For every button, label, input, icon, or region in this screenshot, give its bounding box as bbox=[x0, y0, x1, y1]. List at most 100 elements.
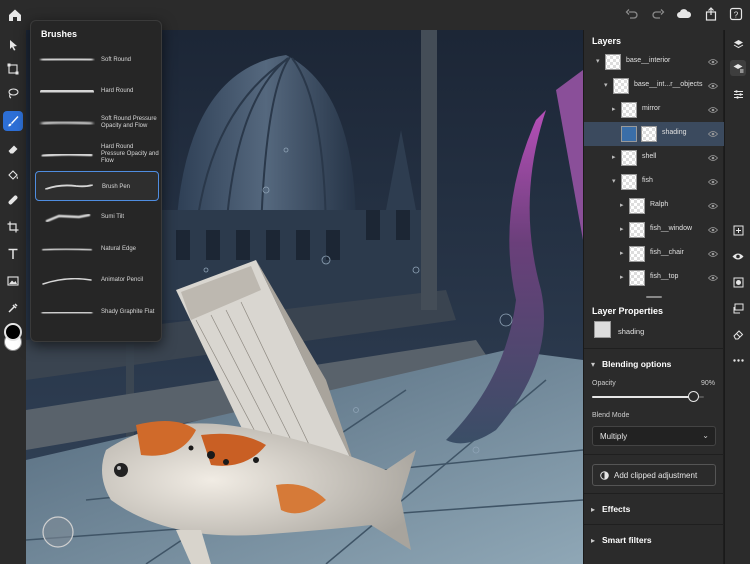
layer-name: fish__window bbox=[650, 225, 693, 232]
layer-properties-thumb bbox=[594, 321, 611, 338]
foreground-color-swatch[interactable] bbox=[4, 323, 22, 341]
mask-icon[interactable] bbox=[730, 274, 746, 290]
eye-icon[interactable] bbox=[708, 274, 718, 282]
eraser-tool-icon[interactable] bbox=[3, 139, 23, 159]
layer-name: mirror bbox=[642, 105, 661, 112]
eye-icon[interactable] bbox=[708, 130, 718, 138]
healing-tool-icon[interactable] bbox=[3, 190, 23, 210]
chevron-right-icon[interactable]: ▸ bbox=[620, 201, 624, 209]
select-tool-icon[interactable] bbox=[3, 35, 23, 55]
opacity-slider-thumb[interactable] bbox=[687, 391, 699, 402]
more-options-icon[interactable] bbox=[730, 352, 746, 368]
add-layer-icon[interactable] bbox=[730, 222, 746, 238]
tool-bar bbox=[0, 30, 26, 564]
brush-item[interactable]: Hard Round Pressure Opacity and Flow bbox=[35, 140, 159, 170]
brush-item[interactable]: Sumi Tilt bbox=[35, 203, 159, 233]
layer-thumb bbox=[629, 246, 645, 262]
brush-item[interactable]: Soft Round bbox=[35, 45, 159, 75]
brush-item[interactable]: Soft Round Pressure Opacity and Flow bbox=[35, 108, 159, 138]
effects-header[interactable]: ▸ Effects bbox=[584, 493, 724, 523]
layer-row[interactable]: ▸ mirror bbox=[584, 98, 724, 122]
undo-icon[interactable] bbox=[625, 7, 639, 21]
panel-resize-handle[interactable] bbox=[646, 296, 662, 298]
layer-name: shell bbox=[642, 153, 657, 160]
brush-label: Shady Graphite Flat bbox=[101, 308, 155, 315]
place-image-icon[interactable] bbox=[3, 271, 23, 291]
layer-row[interactable]: ▸ fish__chair bbox=[584, 242, 724, 266]
adjustments-icon[interactable] bbox=[730, 86, 746, 102]
chevron-right-icon[interactable]: ▸ bbox=[612, 105, 616, 113]
eye-icon[interactable] bbox=[708, 82, 718, 90]
layers-panel-icon[interactable] bbox=[730, 36, 746, 52]
opacity-value: 90% bbox=[700, 380, 715, 387]
eye-icon[interactable] bbox=[708, 202, 718, 210]
eye-icon[interactable] bbox=[708, 226, 718, 234]
brush-label: Hard Round bbox=[101, 88, 134, 94]
layer-row[interactable]: ▾ base__interior bbox=[584, 50, 724, 74]
chevron-right-icon[interactable]: ▸ bbox=[620, 225, 624, 233]
blend-mode-dropdown[interactable]: Multiply ⌄ bbox=[592, 426, 716, 446]
eye-icon[interactable] bbox=[708, 178, 718, 186]
brush-item[interactable]: Natural Edge bbox=[35, 234, 159, 264]
chevron-right-icon[interactable]: ▸ bbox=[620, 273, 624, 281]
chevron-right-icon[interactable]: ▸ bbox=[620, 249, 624, 257]
brush-item[interactable]: Shady Graphite Flat bbox=[35, 297, 159, 327]
layer-mask-thumb[interactable] bbox=[621, 126, 637, 142]
visibility-icon[interactable] bbox=[730, 248, 746, 264]
help-icon[interactable]: ? bbox=[729, 7, 743, 21]
svg-text:?: ? bbox=[734, 11, 739, 20]
layer-name: fish__chair bbox=[650, 249, 684, 256]
eye-icon[interactable] bbox=[708, 106, 718, 114]
cloud-icon[interactable] bbox=[676, 7, 692, 21]
eye-icon[interactable] bbox=[708, 58, 718, 66]
brush-label: Brush Pen bbox=[102, 183, 131, 190]
add-clipped-adjustment-button[interactable]: Add clipped adjustment bbox=[592, 464, 716, 486]
blending-options-header[interactable]: ▾ Blending options bbox=[584, 348, 724, 378]
fill-tool-icon[interactable] bbox=[3, 165, 23, 185]
layer-row[interactable]: ▾ base__int...r__objects bbox=[584, 74, 724, 98]
layer-name: base__int...r__objects bbox=[634, 81, 703, 88]
smart-filters-header[interactable]: ▸ Smart filters bbox=[584, 524, 724, 554]
clear-layer-icon[interactable] bbox=[730, 326, 746, 342]
share-icon[interactable] bbox=[704, 7, 718, 21]
chevron-down-icon[interactable]: ▾ bbox=[596, 57, 600, 65]
eye-icon[interactable] bbox=[708, 154, 718, 162]
layer-row[interactable]: ▸ fish__window bbox=[584, 218, 724, 242]
layer-row[interactable]: ▸ Ralph bbox=[584, 194, 724, 218]
opacity-slider[interactable] bbox=[592, 391, 704, 402]
brush-item[interactable]: Hard Round bbox=[35, 77, 159, 107]
chevron-down-icon[interactable]: ▾ bbox=[604, 81, 608, 89]
redo-icon[interactable] bbox=[651, 7, 665, 21]
chevron-down-icon: ▾ bbox=[591, 360, 596, 369]
effects-label: Effects bbox=[602, 504, 631, 514]
brush-stroke-preview bbox=[42, 248, 92, 251]
crop-tool-icon[interactable] bbox=[3, 217, 23, 237]
layer-row[interactable]: ▾ fish bbox=[584, 170, 724, 194]
clip-layer-icon[interactable] bbox=[730, 300, 746, 316]
chevron-down-icon: ⌄ bbox=[702, 431, 709, 440]
transform-tool-icon[interactable] bbox=[3, 59, 23, 79]
brush-item[interactable]: Brush Pen bbox=[35, 171, 159, 201]
brush-item[interactable]: Animator Pencil bbox=[35, 266, 159, 296]
chevron-right-icon: ▸ bbox=[591, 505, 596, 514]
layer-row[interactable]: ▸ fish__top bbox=[584, 266, 724, 290]
type-tool-icon[interactable] bbox=[3, 244, 23, 264]
eye-icon[interactable] bbox=[708, 250, 718, 258]
layer-row[interactable]: shading bbox=[584, 122, 724, 146]
eyedropper-tool-icon[interactable] bbox=[3, 298, 23, 318]
layer-thumb bbox=[621, 150, 637, 166]
brush-label: Hard Round Pressure Opacity and Flow bbox=[101, 144, 159, 164]
layer-thumb bbox=[621, 102, 637, 118]
lasso-tool-icon[interactable] bbox=[3, 83, 23, 103]
brush-stroke-preview bbox=[42, 277, 92, 285]
brush-tool-icon[interactable] bbox=[3, 111, 23, 131]
layer-row[interactable]: ▸ shell bbox=[584, 146, 724, 170]
opacity-slider-fill bbox=[592, 396, 693, 398]
chevron-down-icon[interactable]: ▾ bbox=[612, 177, 616, 185]
layer-name: shading bbox=[662, 129, 687, 136]
layer-name: fish bbox=[642, 177, 653, 184]
home-icon[interactable] bbox=[6, 6, 24, 24]
chevron-right-icon[interactable]: ▸ bbox=[612, 153, 616, 161]
layer-properties-icon[interactable] bbox=[730, 60, 746, 76]
layer-properties-name: shading bbox=[618, 327, 645, 336]
